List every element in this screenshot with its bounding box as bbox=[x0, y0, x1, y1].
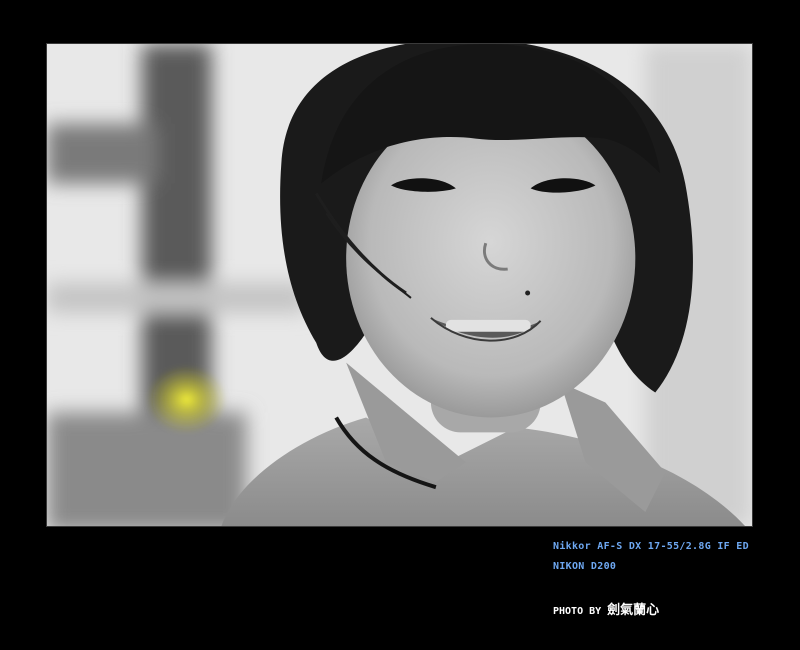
credit-name: 劍氣蘭心 bbox=[607, 603, 660, 618]
face bbox=[346, 98, 636, 418]
photo-credit: PHOTO BY 劍氣蘭心 bbox=[553, 599, 659, 618]
camera-caption: NIKON D200 bbox=[553, 561, 617, 572]
portrait-photo bbox=[47, 44, 752, 526]
photo-frame bbox=[46, 43, 753, 527]
lens-caption: Nikkor AF-S DX 17-55/2.8G IF ED bbox=[553, 541, 749, 552]
yellow-flower bbox=[146, 365, 227, 434]
credit-label: PHOTO BY bbox=[553, 606, 602, 617]
